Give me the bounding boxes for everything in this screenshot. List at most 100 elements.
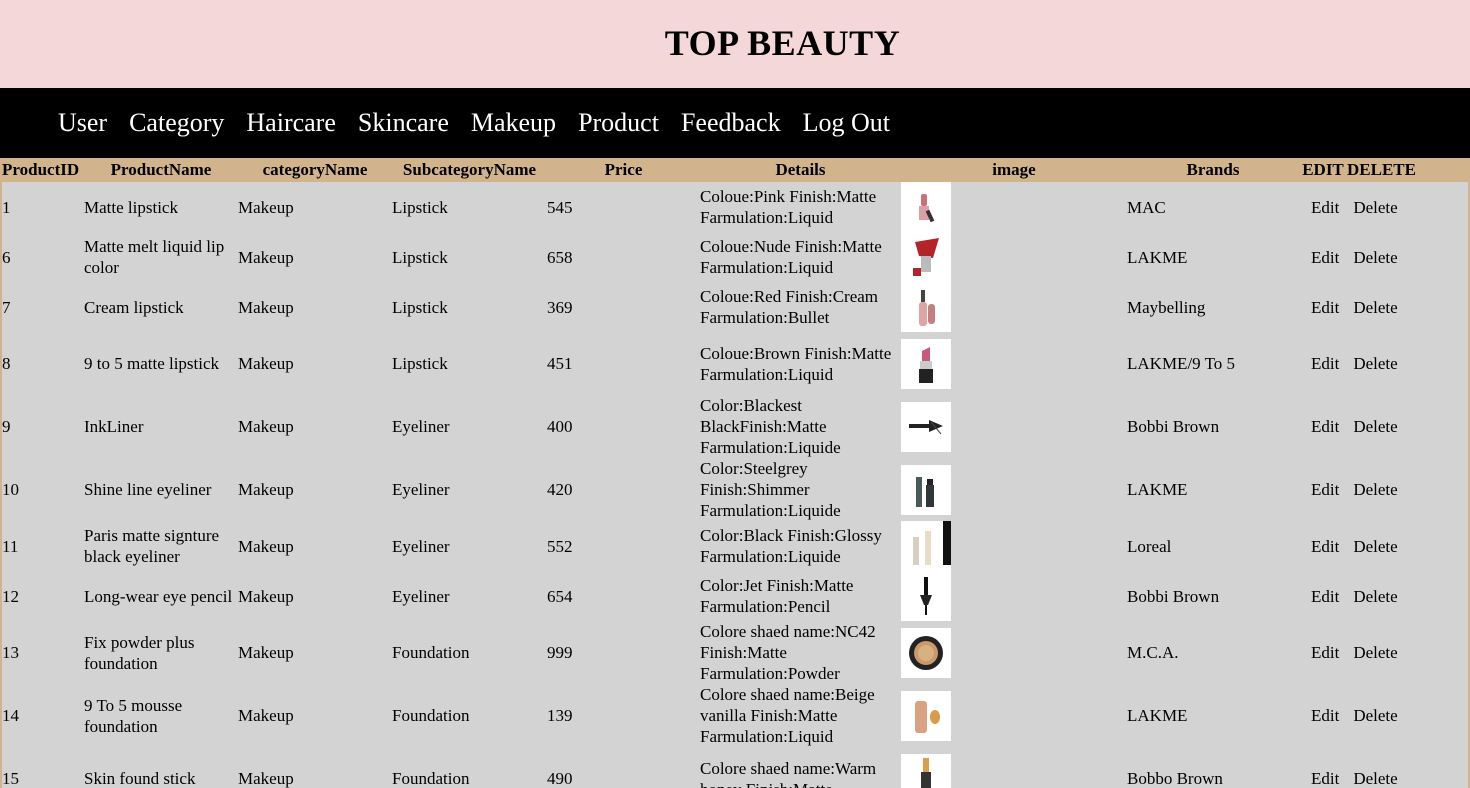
table-row: 15 Skin found stick Makeup Foundation 490 Col… bbox=[2, 747, 1468, 788]
cell-category-name: Makeup bbox=[238, 586, 294, 606]
cell-product-id: 12 bbox=[2, 586, 19, 606]
edit-link[interactable]: Edit bbox=[1311, 247, 1339, 268]
cell-subcategory-name: Eyeliner bbox=[392, 536, 450, 556]
cell-brand: LAKME/9 To 5 bbox=[1127, 354, 1236, 373]
cell-image bbox=[901, 684, 1127, 747]
edit-link[interactable]: Edit bbox=[1311, 642, 1339, 663]
cell-price: 552 bbox=[547, 536, 573, 556]
cell-image bbox=[901, 571, 1127, 621]
cell-subcategory-name: Lipstick bbox=[392, 354, 448, 373]
cell-details: Colore shaed name:Warm honey Finish:Matt… bbox=[700, 758, 877, 788]
edit-link[interactable]: Edit bbox=[1311, 297, 1339, 318]
edit-link[interactable]: Edit bbox=[1311, 536, 1339, 557]
table-header-row: ProductID ProductName categoryName Subca… bbox=[2, 158, 1468, 182]
cell-product-name: Matte melt liquid lip color bbox=[84, 237, 225, 277]
cell-product-name: 9 To 5 mousse foundation bbox=[84, 695, 183, 736]
cell-subcategory-name: Eyeliner bbox=[392, 586, 450, 606]
cell-price: 369 bbox=[547, 297, 573, 317]
header-price: Price bbox=[547, 158, 700, 182]
cell-details: Color:Blackest BlackFinish:Matte Farmula… bbox=[700, 396, 841, 457]
delete-link[interactable]: Delete bbox=[1353, 536, 1397, 557]
cell-details: Coloue:Pink Finish:Matte Farmulation:Liq… bbox=[700, 187, 877, 227]
cell-actions: Edit Delete bbox=[1299, 684, 1468, 747]
edit-link[interactable]: Edit bbox=[1311, 479, 1339, 500]
header-category-name: categoryName bbox=[238, 158, 392, 182]
header-subcategory-name: SubcategoryName bbox=[392, 158, 547, 182]
delete-link[interactable]: Delete bbox=[1353, 768, 1397, 788]
lipstick-pink-icon bbox=[901, 182, 951, 232]
cell-category-name: Makeup bbox=[238, 643, 294, 662]
edit-link[interactable]: Edit bbox=[1311, 416, 1339, 437]
header-delete: DELETE bbox=[1347, 158, 1468, 182]
cell-price: 545 bbox=[547, 197, 573, 217]
edit-link[interactable]: Edit bbox=[1311, 768, 1339, 788]
delete-link[interactable]: Delete bbox=[1353, 247, 1397, 268]
table-row: 7 Cream lipstick Makeup Lipstick 369 Coloue:R… bbox=[2, 282, 1468, 332]
cell-brand: Maybelling bbox=[1127, 297, 1206, 317]
header-product-name: ProductName bbox=[84, 158, 238, 182]
eyeliner-stroke-icon bbox=[901, 401, 951, 452]
cell-category-name: Makeup bbox=[238, 480, 294, 499]
table-row: 12 Long-wear eye pencil Makeup Eyeliner 654 C… bbox=[2, 571, 1468, 621]
table-row: 10 Shine line eyeliner Makeup Eyeliner 420 Co… bbox=[2, 458, 1468, 521]
nav-category[interactable]: Category bbox=[129, 88, 224, 158]
cell-product-name: Skin found stick bbox=[84, 769, 196, 788]
edit-link[interactable]: Edit bbox=[1311, 353, 1339, 374]
cell-price: 490 bbox=[547, 769, 573, 788]
cell-category-name: Makeup bbox=[238, 247, 294, 267]
cell-details: Colore shaed name:NC42 Finish:Matte Farm… bbox=[700, 622, 876, 683]
nav-haircare[interactable]: Haircare bbox=[246, 88, 335, 158]
cell-subcategory-name: Foundation bbox=[392, 643, 470, 662]
cell-details: Color:Steelgrey Finish:Shimmer Farmulati… bbox=[700, 459, 841, 520]
cell-brand: LAKME bbox=[1127, 480, 1188, 499]
delete-link[interactable]: Delete bbox=[1353, 642, 1397, 663]
nav-product[interactable]: Product bbox=[578, 88, 659, 158]
edit-link[interactable]: Edit bbox=[1311, 197, 1339, 218]
edit-link[interactable]: Edit bbox=[1311, 586, 1339, 607]
nav-feedback[interactable]: Feedback bbox=[681, 88, 781, 158]
cell-product-id: 1 bbox=[2, 197, 11, 217]
edit-link[interactable]: Edit bbox=[1311, 705, 1339, 726]
delete-link[interactable]: Delete bbox=[1353, 705, 1397, 726]
delete-link[interactable]: Delete bbox=[1353, 416, 1397, 437]
cell-brand: MAC bbox=[1127, 197, 1166, 217]
nav-makeup[interactable]: Makeup bbox=[471, 88, 556, 158]
cell-product-id: 11 bbox=[2, 536, 19, 556]
cell-details: Color:Black Finish:Glossy Farmulation:Li… bbox=[700, 526, 882, 566]
cell-image bbox=[901, 182, 1127, 232]
header-details: Details bbox=[700, 158, 901, 182]
cell-actions: Edit Delete bbox=[1299, 395, 1468, 458]
cell-image bbox=[901, 282, 1127, 332]
eye-pencil-icon bbox=[901, 571, 951, 621]
cell-product-id: 14 bbox=[2, 706, 19, 725]
cell-subcategory-name: Foundation bbox=[392, 706, 470, 725]
cell-brand: Bobbi Brown bbox=[1127, 586, 1220, 606]
table-row: 11 Paris matte signture black eyeliner Mak… bbox=[2, 521, 1468, 571]
cell-brand: Loreal bbox=[1127, 536, 1172, 556]
cell-price: 654 bbox=[547, 586, 573, 606]
cell-details: Coloue:Red Finish:Cream Farmulation:Bull… bbox=[700, 287, 879, 327]
lipstick-red-icon bbox=[901, 232, 951, 282]
table-row: 9 InkLiner Makeup Eyeliner 400 Color:Blackest… bbox=[2, 395, 1468, 458]
header-product-id: ProductID bbox=[2, 158, 84, 182]
cell-image bbox=[901, 458, 1127, 521]
nav-user[interactable]: User bbox=[58, 88, 107, 158]
cell-details: Coloue:Brown Finish:Matte Farmulation:Li… bbox=[700, 343, 892, 384]
delete-link[interactable]: Delete bbox=[1353, 197, 1397, 218]
cell-actions: Edit Delete bbox=[1299, 571, 1468, 621]
cell-category-name: Makeup bbox=[238, 536, 294, 556]
delete-link[interactable]: Delete bbox=[1353, 586, 1397, 607]
cell-details: Color:Jet Finish:Matte Farmulation:Penci… bbox=[700, 576, 854, 616]
nav-skincare[interactable]: Skincare bbox=[358, 88, 449, 158]
site-title: TOP BEAUTY bbox=[664, 23, 901, 63]
cell-product-name: Long-wear eye pencil bbox=[84, 586, 233, 606]
delete-link[interactable]: Delete bbox=[1353, 353, 1397, 374]
foundation-tube-icon bbox=[901, 690, 951, 741]
cell-product-name: Paris matte signture black eyeliner bbox=[84, 526, 220, 566]
delete-link[interactable]: Delete bbox=[1353, 479, 1397, 500]
cell-brand: LAKME bbox=[1127, 247, 1188, 267]
nav-logout[interactable]: Log Out bbox=[803, 88, 890, 158]
cell-category-name: Makeup bbox=[238, 297, 294, 317]
cell-product-name: Shine line eyeliner bbox=[84, 480, 212, 499]
delete-link[interactable]: Delete bbox=[1353, 297, 1397, 318]
